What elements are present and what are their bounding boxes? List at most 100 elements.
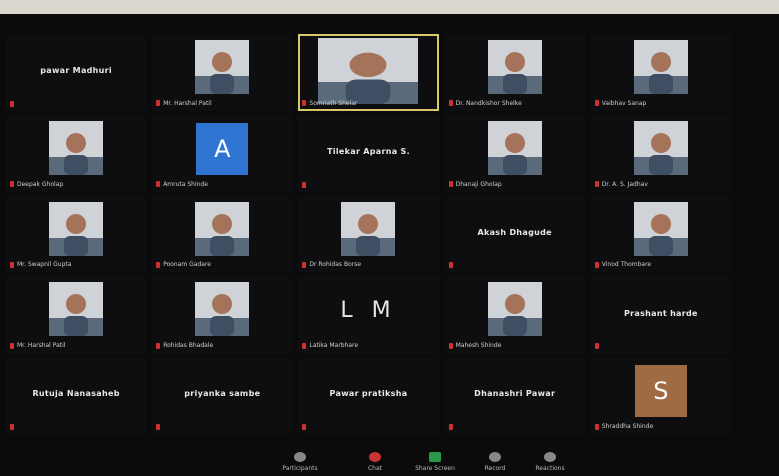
participant-tile[interactable]: Dhanashri Pawar [444, 357, 585, 434]
participant-video [341, 201, 396, 256]
participant-label [10, 424, 17, 430]
participant-tile[interactable]: Akash Dhagude [444, 195, 585, 273]
participants-button[interactable]: Participants [270, 452, 330, 472]
participant-tile[interactable]: Mahesh Shinde [444, 276, 585, 354]
participant-label [302, 181, 309, 188]
record-label: Record [484, 465, 506, 472]
mic-muted-icon [10, 181, 14, 188]
participant-video [633, 201, 688, 256]
participant-label [302, 424, 309, 430]
mic-muted-icon [594, 100, 599, 107]
participant-video [487, 120, 542, 175]
mic-muted-icon [448, 424, 453, 430]
participant-label: Mahesh Shinde [448, 342, 502, 350]
mic-muted-icon [448, 100, 453, 107]
record-icon [489, 452, 501, 462]
participant-video [49, 201, 104, 256]
participant-label: Dr Rohidas Borse [302, 261, 361, 268]
mic-muted-icon [156, 100, 161, 107]
participant-label [448, 262, 456, 269]
mic-muted-icon [10, 342, 14, 349]
participant-label-text: Vinod Thombare [601, 261, 652, 269]
participant-tile[interactable]: S Shraddha Shinde [590, 357, 731, 434]
participant-tile[interactable]: L M Latika Marbhare [298, 276, 439, 354]
mic-muted-icon [302, 100, 307, 107]
participant-tile[interactable]: Deepak Gholap [6, 114, 147, 192]
mic-muted-icon [594, 261, 599, 268]
participant-tile[interactable]: Mr. Swapnil Gupta [6, 195, 147, 273]
participant-tile[interactable]: Dhanaji Gholap [444, 114, 585, 192]
record-button[interactable]: Record [465, 452, 525, 472]
mic-muted-icon [302, 261, 307, 268]
participant-label: Mr. Swapnil Gupta [10, 261, 71, 268]
participants-icon [294, 452, 306, 462]
mic-muted-icon [10, 100, 14, 107]
participant-label-text: Mr. Harshal Patil [163, 99, 212, 107]
mic-muted-icon [10, 261, 14, 268]
participant-label [448, 424, 456, 430]
participant-label: Latika Marbhare [302, 342, 358, 349]
participant-video [318, 38, 419, 104]
participant-tile[interactable]: Rutuja Nanasaheb [6, 357, 147, 434]
participant-name: Prashant harde [624, 308, 698, 318]
participant-video [195, 40, 250, 94]
participant-label-text: Dr Rohidas Borse [309, 261, 362, 269]
mic-muted-icon [448, 342, 453, 349]
participants-label: Participants [282, 465, 318, 472]
chat-button[interactable]: Chat [345, 452, 405, 472]
mic-muted-icon [156, 342, 161, 349]
participant-tile[interactable]: Pawar pratiksha [298, 357, 439, 434]
participant-label-text: Shraddha Shinde [601, 423, 654, 430]
participant-tile[interactable]: Rohidas Bhadale [152, 276, 293, 354]
participant-name: Pawar pratiksha [329, 389, 408, 399]
participant-tile[interactable]: Dr Rohidas Borse [298, 195, 439, 273]
participant-tile[interactable]: Mr. Harshal Patil [6, 276, 147, 354]
participant-video [49, 282, 104, 337]
mic-muted-icon [302, 181, 307, 188]
participant-label-text: Amruta Shinde [163, 180, 208, 188]
participant-tile[interactable]: Tilekar Aparna S. [298, 114, 439, 192]
participant-label-text: Mahesh Shinde [455, 342, 502, 350]
participant-initials: L M [340, 297, 397, 323]
participant-tile[interactable]: pawar Madhuri [6, 34, 147, 111]
participant-label-text: Somnath Shelar [309, 99, 358, 107]
reactions-icon [544, 452, 556, 462]
participant-video [195, 282, 250, 337]
participant-video [487, 282, 542, 337]
participant-label-text: Mr. Harshal Patil [17, 342, 66, 350]
mic-muted-icon [594, 343, 599, 350]
reactions-label: Reactions [535, 465, 565, 472]
mic-muted-icon [448, 181, 453, 188]
participant-tile[interactable]: Mr. Harshal Patil [152, 34, 293, 111]
participant-label-text: Mr. Swapnil Gupta [17, 261, 72, 269]
reactions-button[interactable]: Reactions [520, 452, 580, 472]
participant-tile[interactable]: A Amruta Shinde [152, 114, 293, 192]
participant-name: pawar Madhuri [40, 66, 112, 76]
participant-video [487, 40, 542, 94]
participant-label: Rohidas Bhadale [156, 342, 213, 349]
participant-tile[interactable]: Dr. A. S. Jadhav [590, 114, 731, 192]
participant-video [633, 120, 688, 175]
share-screen-label: Share Screen [415, 465, 455, 472]
participant-avatar: S [634, 365, 687, 418]
participant-tile[interactable]: priyanka sambe [152, 357, 293, 434]
participant-label-text: Dr. A. S. Jadhav [601, 180, 648, 188]
chat-icon [369, 452, 381, 462]
participant-label-text: Vaibhav Sanap [601, 99, 647, 107]
participant-label: Mr. Harshal Patil [156, 99, 212, 107]
participant-tile[interactable]: Dr. Nandkishor Shelke [444, 34, 585, 111]
participant-tile[interactable]: Poonam Gadare [152, 195, 293, 273]
participant-tile[interactable]: Prashant harde [590, 276, 731, 354]
participant-label-text: Latika Marbhare [309, 342, 359, 350]
share-screen-icon [429, 452, 441, 462]
participant-label: Deepak Gholap [10, 181, 63, 188]
participant-tile[interactable]: Somnath Shelar [298, 34, 439, 111]
share-screen-button[interactable]: Share Screen [405, 452, 465, 472]
gallery-grid: pawar Madhuri Mr. Harshal Patil Somnath Sh… [6, 34, 731, 434]
participant-label: Dr. Nandkishor Shelke [448, 100, 522, 107]
participant-tile[interactable]: Vinod Thombare [590, 195, 731, 273]
participant-label: Poonam Gadare [156, 261, 211, 268]
mic-muted-icon [302, 424, 307, 430]
participant-tile[interactable]: Vaibhav Sanap [590, 34, 731, 111]
participant-label: Vinod Thombare [594, 261, 652, 269]
